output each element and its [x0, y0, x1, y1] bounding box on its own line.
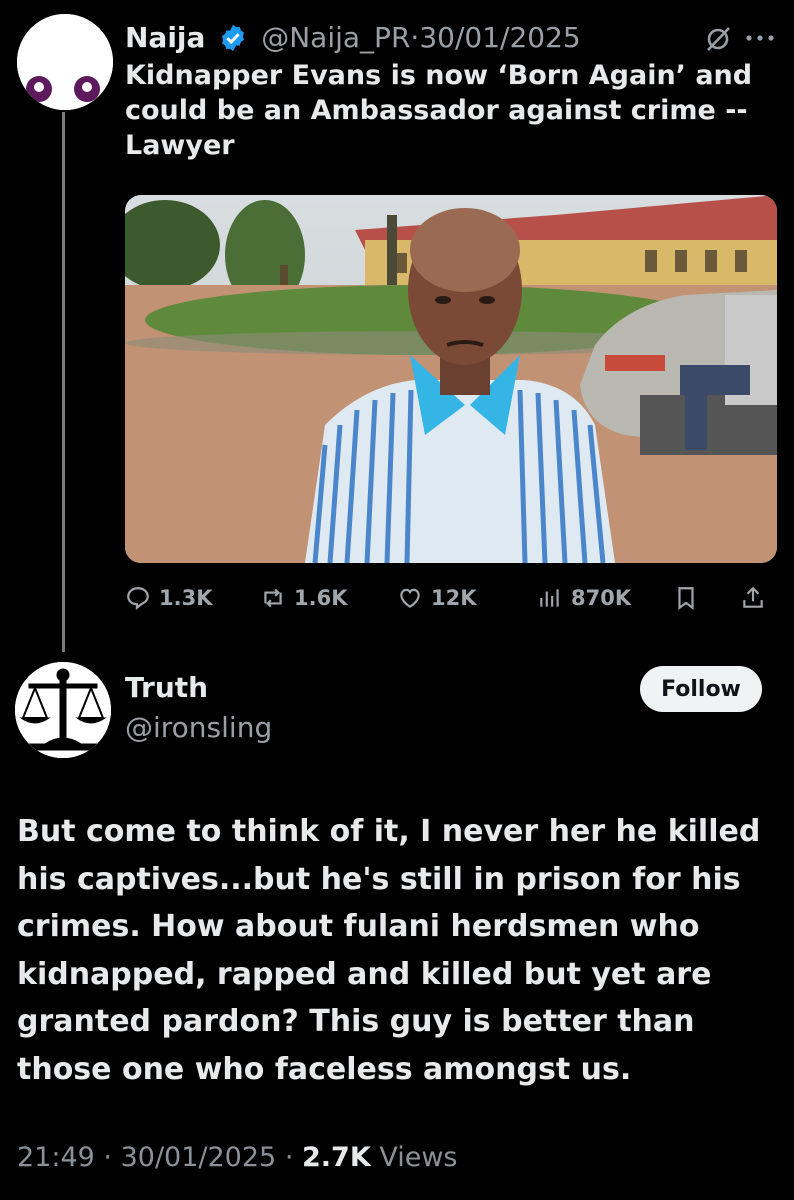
action-bar: 1.3K 1.6K 12K 870K — [125, 578, 785, 618]
bookmark-icon — [678, 587, 694, 610]
reply-author-handle[interactable]: @ironsling — [125, 708, 272, 748]
reply-count: 1.3K — [159, 586, 213, 610]
views-label: Views — [379, 1142, 458, 1173]
grok-icon[interactable] — [703, 24, 733, 54]
views-count[interactable]: 2.7K — [302, 1142, 371, 1173]
tweet-photo[interactable] — [125, 195, 777, 563]
separator-dot: · — [103, 1142, 112, 1173]
follow-button[interactable]: Follow — [640, 666, 762, 712]
tweet-meta: 21:49 · 30/01/2025 · 2.7K Views — [17, 1138, 458, 1178]
reply-icon — [127, 587, 149, 611]
views-icon — [540, 589, 559, 607]
tweet-date[interactable]: 30/01/2025 — [419, 21, 580, 54]
share-button[interactable] — [740, 578, 766, 618]
like-icon — [400, 588, 420, 608]
reply-author-name[interactable]: Truth — [125, 668, 208, 708]
reply-tweet-text: But come to think of it, I never her he … — [17, 814, 761, 1087]
repost-icon — [264, 588, 282, 608]
author-name[interactable]: Naija — [125, 21, 205, 54]
reply-button[interactable]: 1.3K — [125, 578, 212, 618]
tweet-time[interactable]: 21:49 — [17, 1142, 95, 1173]
repost-button[interactable]: 1.6K — [260, 578, 347, 618]
share-icon — [743, 586, 763, 608]
repost-count: 1.6K — [294, 586, 348, 610]
author-avatar[interactable] — [17, 14, 113, 110]
like-button[interactable]: 12K — [397, 578, 477, 618]
quoted-tweet-text: Kidnapper Evans is now ‘Born Again’ and … — [125, 60, 753, 161]
separator-dot: · — [284, 1142, 294, 1173]
author-handle[interactable]: @Naija_PR — [261, 21, 410, 54]
verified-badge-icon — [218, 23, 248, 53]
views-button[interactable]: 870K — [537, 578, 631, 618]
bookmark-button[interactable] — [673, 578, 699, 618]
reply-author-avatar[interactable] — [15, 662, 111, 758]
separator-dot: · — [410, 21, 420, 54]
tweet-date[interactable]: 30/01/2025 — [121, 1142, 277, 1173]
views-count: 870K — [571, 586, 632, 610]
thread-line — [62, 112, 65, 652]
more-icon[interactable] — [743, 28, 777, 48]
scales-of-justice-icon — [15, 662, 111, 758]
like-count: 12K — [431, 586, 477, 610]
eyes-avatar-icon — [17, 14, 113, 110]
quoted-tweet-header: Naija @Naija_PR·30/01/2025 — [125, 18, 581, 58]
